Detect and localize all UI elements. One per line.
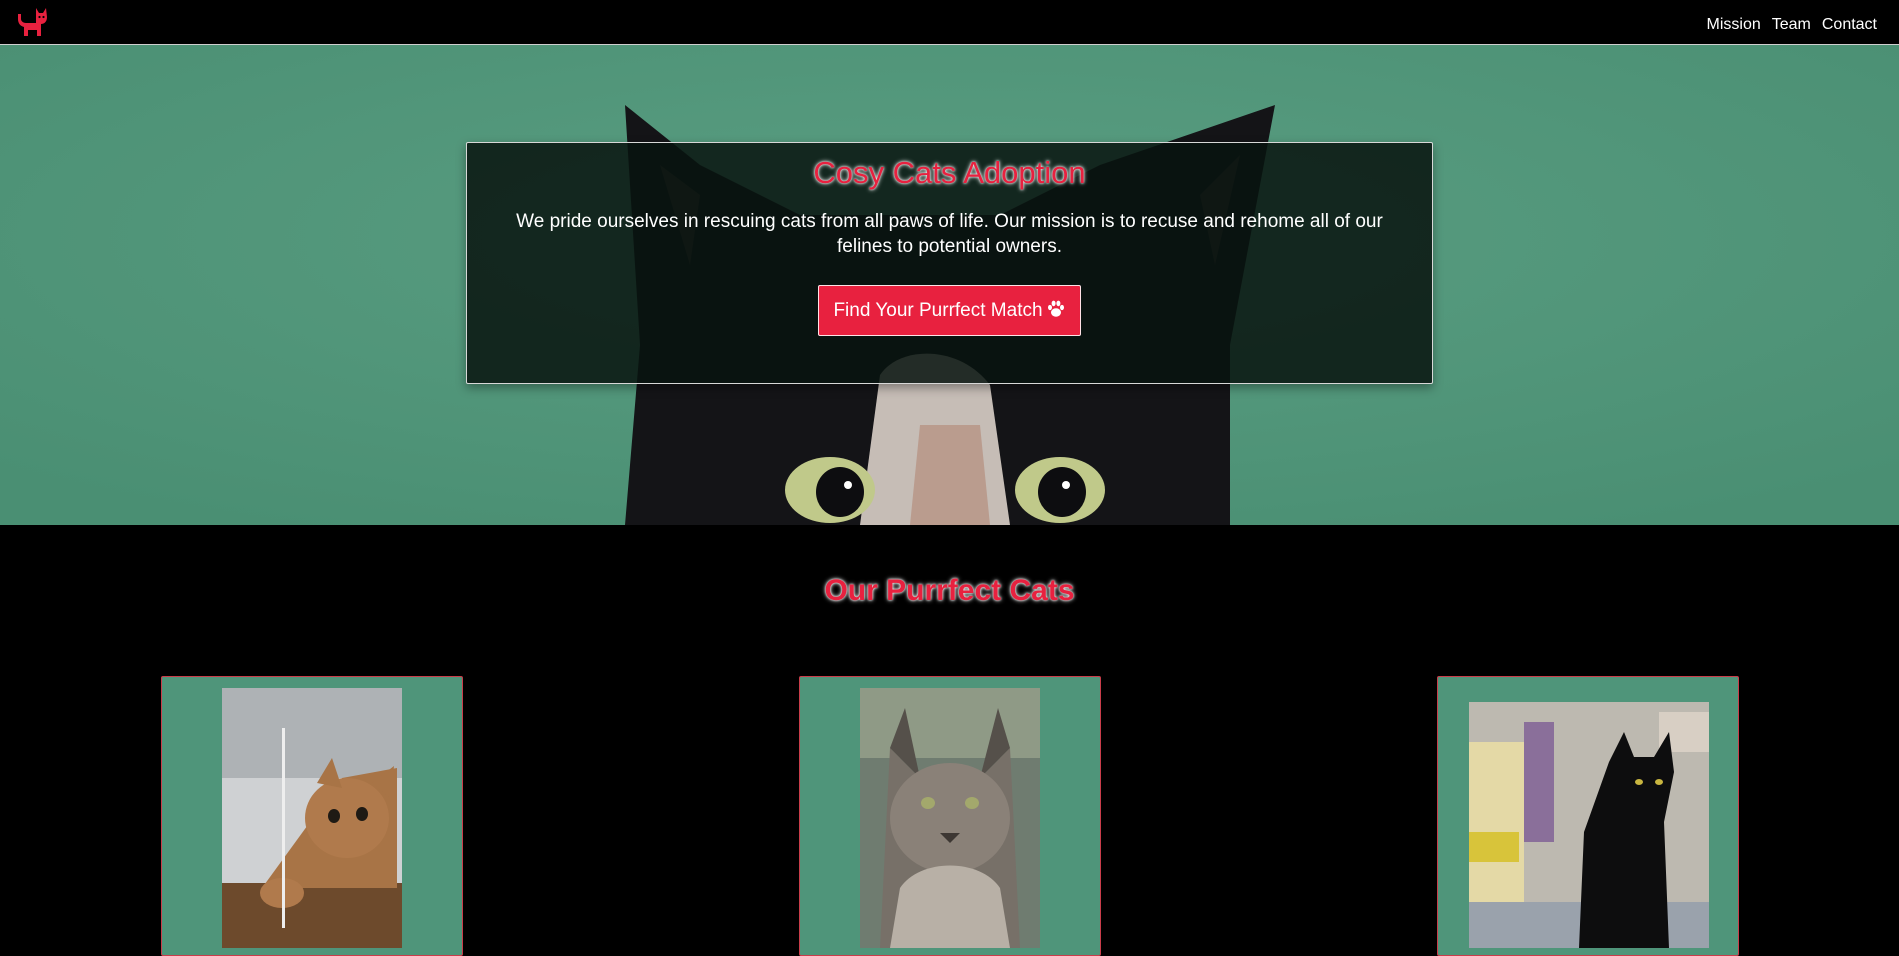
hero-section: Cosy Cats Adoption We pride ourselves in… bbox=[0, 45, 1899, 525]
maine-coon-photo bbox=[860, 688, 1040, 948]
cat-card[interactable] bbox=[1437, 676, 1739, 956]
paw-icon bbox=[1047, 300, 1064, 317]
nav-link-contact[interactable]: Contact bbox=[1822, 16, 1877, 34]
cat-card[interactable] bbox=[161, 676, 463, 956]
hero-title: Cosy Cats Adoption bbox=[813, 155, 1086, 190]
hero-description: We pride ourselves in rescuing cats from… bbox=[516, 211, 1383, 257]
find-match-button[interactable]: Find Your Purrfect Match bbox=[818, 285, 1081, 336]
nav-links: Mission Team Contact bbox=[1707, 16, 1878, 34]
hero-card: Cosy Cats Adoption We pride ourselves in… bbox=[466, 142, 1433, 384]
find-match-button-label: Find Your Purrfect Match bbox=[833, 300, 1043, 321]
tabby-kitten-photo bbox=[222, 688, 402, 948]
navbar: Mission Team Contact bbox=[0, 0, 1899, 45]
nav-link-mission[interactable]: Mission bbox=[1707, 16, 1761, 34]
cat-logo-icon[interactable] bbox=[14, 5, 50, 39]
section-title-cats: Our Purrfect Cats bbox=[824, 574, 1075, 607]
cat-card[interactable] bbox=[799, 676, 1101, 956]
nav-link-team[interactable]: Team bbox=[1772, 16, 1811, 34]
black-cat-photo bbox=[1469, 702, 1709, 948]
